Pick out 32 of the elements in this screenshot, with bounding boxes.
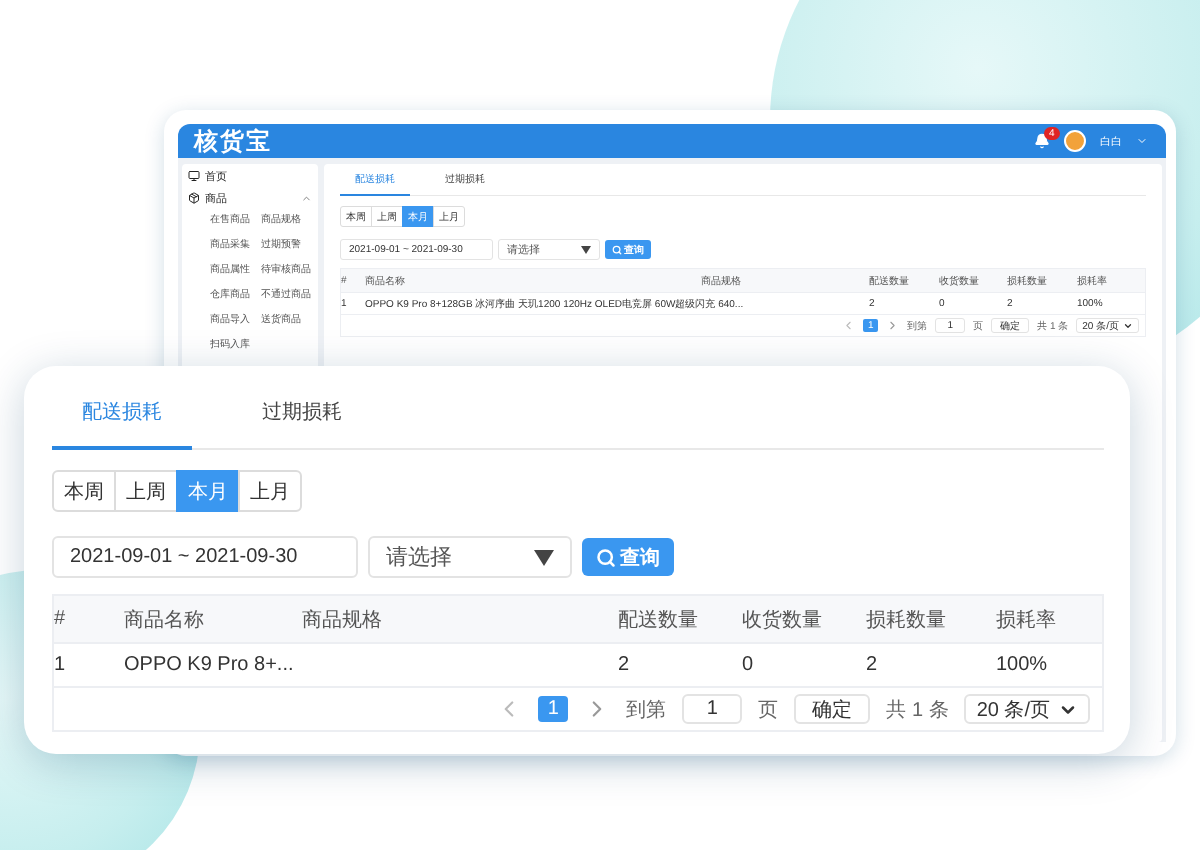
period-button[interactable]: 本周 — [52, 470, 116, 512]
search-icon — [596, 547, 616, 567]
goto-label: 到第 — [626, 697, 667, 723]
select-field[interactable]: 请选择 — [368, 536, 572, 578]
table-cell-text: 2 — [618, 654, 632, 676]
dropdown-triangle-icon — [534, 549, 554, 565]
page-size-select[interactable]: 20 条/页 — [964, 694, 1090, 724]
column-header: 损耗率 — [996, 607, 1058, 633]
tab[interactable]: 过期损耗 — [232, 378, 372, 450]
table-cell-text: 1 — [54, 654, 68, 676]
period-button[interactable]: 上月 — [238, 470, 302, 512]
column-header: # — [54, 608, 68, 630]
avatar[interactable] — [1064, 130, 1086, 152]
date-range-field[interactable]: 2021-09-01 ~ 2021-09-30 — [52, 536, 358, 578]
confirm-button[interactable]: 确定 — [794, 694, 871, 724]
table-cell-text: 2 — [866, 654, 880, 676]
column-header: 商品名称 — [124, 607, 206, 633]
table-cell-text: 100% — [996, 654, 1050, 676]
page-input[interactable]: 1 — [682, 694, 743, 724]
table-cell-text: OPPO K9 Pro 8+... — [124, 654, 296, 676]
dropdown-triangle-icon — [581, 245, 591, 254]
period-button[interactable]: 上周 — [114, 470, 178, 512]
table-cell-text: 0 — [742, 654, 756, 676]
page-unit: 页 — [758, 697, 779, 723]
column-header: 配送数量 — [618, 607, 700, 633]
tab[interactable]: 配送损耗 — [52, 378, 192, 450]
column-header: 收货数量 — [742, 607, 824, 633]
total-count: 共 1 条 — [886, 697, 949, 723]
bell-icon[interactable] — [1034, 133, 1050, 149]
app-logo: 核货宝 — [194, 126, 272, 157]
column-header: 损耗数量 — [866, 607, 948, 633]
column-header: 商品规格 — [302, 607, 384, 633]
